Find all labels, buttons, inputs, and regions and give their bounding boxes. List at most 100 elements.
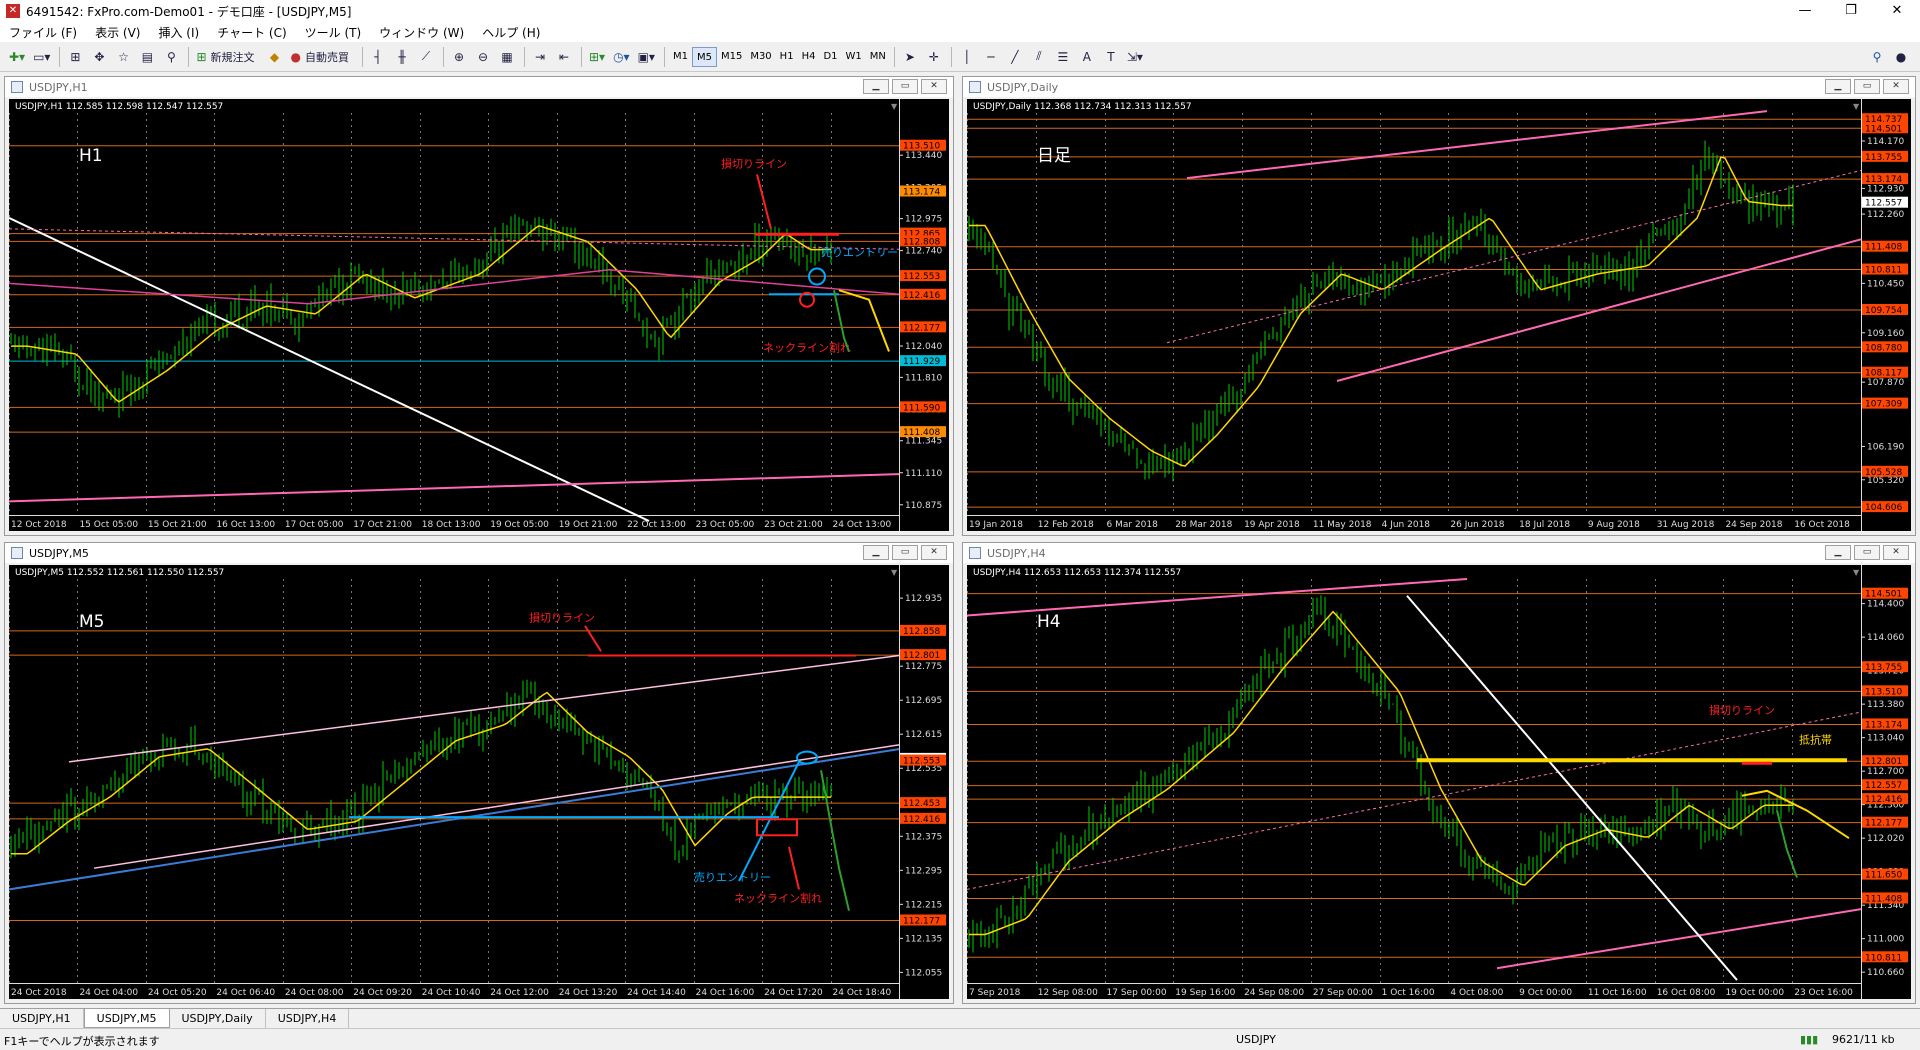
cursor-icon[interactable]: ➤ xyxy=(899,46,921,68)
maximize-button[interactable]: ▭ xyxy=(892,545,918,560)
horizontal-line-icon[interactable]: ─ xyxy=(980,46,1002,68)
minimize-button[interactable]: ▁ xyxy=(863,79,889,94)
chart-background xyxy=(9,565,949,999)
minimize-button[interactable]: ▁ xyxy=(1825,545,1851,560)
metaeditor-icon[interactable]: ◆ xyxy=(264,46,286,68)
price-level-label: 109.754 xyxy=(1865,306,1902,316)
chart-svg[interactable]: 114.170 112.930 112.260 110.450 109.160 107.8… xyxy=(967,99,1911,531)
chart-area[interactable]: 114.170 112.930 112.260 110.450 109.160 107.8… xyxy=(967,99,1911,531)
price-level-label: 112.557 xyxy=(1865,199,1902,209)
close-button[interactable]: ✕ xyxy=(1874,0,1920,22)
chart-svg[interactable]: 112.935112.775112.695112.615112.535112.3… xyxy=(9,565,949,999)
close-button[interactable]: ✕ xyxy=(1883,545,1909,560)
crosshair-icon[interactable]: ✛ xyxy=(923,46,945,68)
account-icon[interactable]: ● xyxy=(1890,46,1912,68)
tf-m5[interactable]: M5 xyxy=(691,46,717,67)
time-tick-label: 24 Oct 04:00 xyxy=(79,988,138,998)
chart-area[interactable]: 112.935 112.775 112.695 112.615 112.535 112.3… xyxy=(9,565,949,999)
menu-tools[interactable]: ツール (T) xyxy=(296,24,371,41)
minimize-button[interactable]: ▁ xyxy=(863,545,889,560)
close-button[interactable]: ✕ xyxy=(921,79,947,94)
auto-trading-button[interactable]: ● 自動売買 xyxy=(288,46,356,68)
text-label-icon[interactable]: T xyxy=(1100,46,1122,68)
price-tick-label: 114.400 xyxy=(1867,600,1904,610)
fibonacci-icon[interactable]: ☰ xyxy=(1052,46,1074,68)
chart-window-h1[interactable]: USDJPY,H1 ▁▭✕ 113.440113.205112.975112.7… xyxy=(4,76,954,536)
tab-usdjpy-m5[interactable]: USDJPY,M5 xyxy=(83,1009,170,1028)
new-order-button[interactable]: ⊞ 新規注文 xyxy=(193,46,261,68)
menu-view[interactable]: 表示 (V) xyxy=(86,24,149,41)
autoscroll-icon[interactable]: ⇥ xyxy=(529,46,551,68)
line-chart-icon[interactable]: ⟋ xyxy=(415,46,437,68)
menu-window[interactable]: ウィンドウ (W) xyxy=(370,24,473,41)
trendline-icon[interactable]: ╱ xyxy=(1004,46,1026,68)
time-tick-label: 1 Oct 16:00 xyxy=(1382,988,1435,998)
price-tick-label: 112.975 xyxy=(905,215,942,225)
tf-m15[interactable]: M15 xyxy=(717,47,746,67)
tab-usdjpy-h1[interactable]: USDJPY,H1 xyxy=(0,1009,84,1028)
data-window-icon[interactable]: ✥ xyxy=(88,46,110,68)
terminal-icon[interactable]: ▤ xyxy=(136,46,158,68)
menu-help[interactable]: ヘルプ (H) xyxy=(473,24,549,41)
time-tick-label: 16 Oct 08:00 xyxy=(1657,988,1716,998)
maximize-button[interactable]: ▭ xyxy=(1854,545,1880,560)
maximize-button[interactable]: ▭ xyxy=(1854,79,1880,94)
chart-svg[interactable]: 113.440113.205112.975112.740112.040111.8… xyxy=(9,99,949,531)
candlestick-icon[interactable]: ╫ xyxy=(391,46,413,68)
tf-h1[interactable]: H1 xyxy=(776,47,798,67)
time-tick-label: 12 Feb 2018 xyxy=(1038,520,1094,530)
chart-window-m5[interactable]: USDJPY,M5 ▁ ▭ ✕ 112.935 112.775 112.695 112.6… xyxy=(4,542,954,1004)
tf-m30[interactable]: M30 xyxy=(746,47,775,67)
navigator-icon[interactable]: ☆ xyxy=(112,46,134,68)
price-tick-label: 113.040 xyxy=(1867,734,1904,744)
chart-svg[interactable]: 114.400114.060113.720113.380113.040112.7… xyxy=(967,565,1911,999)
time-tick-label: 16 Oct 2018 xyxy=(1794,520,1850,530)
profiles-icon[interactable]: ▭▾ xyxy=(30,46,53,68)
tf-mn[interactable]: MN xyxy=(866,47,890,67)
indicators-icon[interactable]: ⊞▾ xyxy=(586,46,608,68)
chart-area[interactable]: 114.400114.060113.720113.380113.040112.7… xyxy=(967,565,1911,999)
menu-chart[interactable]: チャート (C) xyxy=(208,24,295,41)
templates-icon[interactable]: ▣▾ xyxy=(635,46,658,68)
tf-d1[interactable]: D1 xyxy=(819,47,841,67)
tab-usdjpy-h4[interactable]: USDJPY,H4 xyxy=(266,1009,350,1028)
text-icon[interactable]: A xyxy=(1076,46,1098,68)
tester-icon[interactable]: ⚲ xyxy=(160,46,182,68)
arrows-icon[interactable]: ⇲▾ xyxy=(1124,46,1146,68)
zoom-out-icon[interactable]: ⊖ xyxy=(472,46,494,68)
tab-usdjpy-daily[interactable]: USDJPY,Daily xyxy=(170,1009,266,1028)
time-tick-label: 19 Oct 05:00 xyxy=(490,520,549,530)
close-button[interactable]: ✕ xyxy=(1883,79,1909,94)
price-tick-label: 112.375 xyxy=(905,832,942,842)
tf-w1[interactable]: W1 xyxy=(842,47,866,67)
chart-area[interactable]: 113.440113.205112.975112.740112.040111.8… xyxy=(9,99,949,531)
zoom-in-icon[interactable]: ⊕ xyxy=(448,46,470,68)
chart-window-h4[interactable]: USDJPY,H4 ▁▭✕ 114.400114.060113.720113.3… xyxy=(962,542,1916,1004)
tf-m1[interactable]: M1 xyxy=(669,47,692,67)
chart-icon xyxy=(969,547,981,559)
price-tick-label: 112.040 xyxy=(905,342,942,352)
bar-chart-icon[interactable]: ┤ xyxy=(367,46,389,68)
chart-window-daily[interactable]: USDJPY,Daily ▁ ▭ ✕ 114.170 112.930 112.260 11… xyxy=(962,76,1916,536)
minimize-button[interactable]: ▁ xyxy=(1825,79,1851,94)
price-level-label: 113.174 xyxy=(1865,175,1902,185)
new-chart-icon[interactable]: ✚▾ xyxy=(6,46,28,68)
maximize-button[interactable]: ▭ xyxy=(892,79,918,94)
market-watch-icon[interactable]: ⊞ xyxy=(64,46,86,68)
search-icon[interactable]: ⚲ xyxy=(1866,46,1888,68)
channel-icon[interactable]: ⫽ xyxy=(1028,46,1050,68)
menu-file[interactable]: ファイル (F) xyxy=(0,24,86,41)
price-level-label: 107.309 xyxy=(1865,400,1902,410)
periods-icon[interactable]: ◷▾ xyxy=(610,46,633,68)
chart-shift-icon[interactable]: ⇤ xyxy=(553,46,575,68)
close-button[interactable]: ✕ xyxy=(921,545,947,560)
chart-tabs: USDJPY,H1 USDJPY,M5 USDJPY,Daily USDJPY,… xyxy=(0,1008,1920,1028)
tf-h4[interactable]: H4 xyxy=(798,47,820,67)
restore-button[interactable]: ❐ xyxy=(1828,0,1874,22)
time-tick-label: 7 Sep 2018 xyxy=(969,988,1021,998)
tile-windows-icon[interactable]: ▦ xyxy=(496,46,518,68)
minimize-button[interactable]: — xyxy=(1782,0,1828,22)
chart-background xyxy=(967,565,1911,999)
vertical-line-icon[interactable]: │ xyxy=(956,46,978,68)
menu-insert[interactable]: 挿入 (I) xyxy=(149,24,208,41)
